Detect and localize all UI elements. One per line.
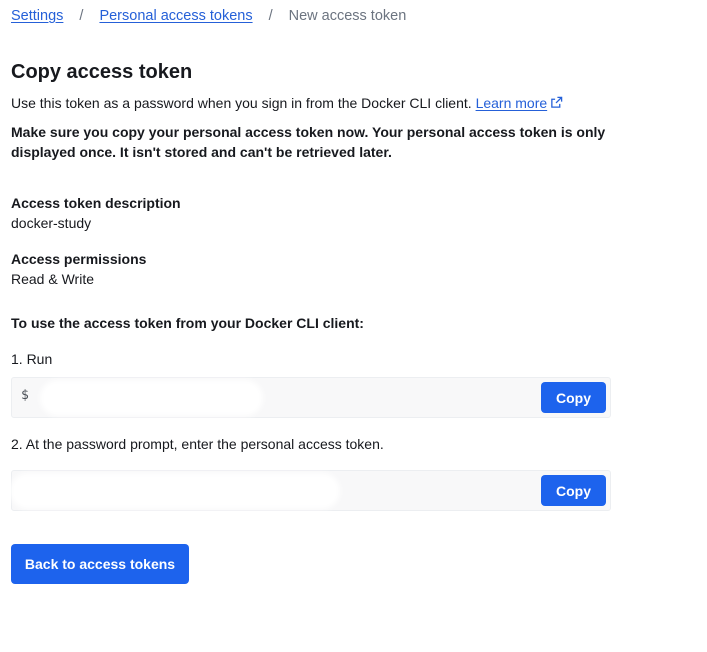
- breadcrumb: Settings / Personal access tokens / New …: [11, 6, 406, 26]
- breadcrumb-settings-link[interactable]: Settings: [11, 6, 63, 26]
- back-to-access-tokens-button[interactable]: Back to access tokens: [11, 544, 189, 584]
- token-box: Copy: [11, 470, 611, 511]
- token-description-label: Access token description: [11, 195, 181, 211]
- breadcrumb-personal-access-tokens-link[interactable]: Personal access tokens: [99, 6, 252, 26]
- login-command-box: $ Copy: [11, 377, 611, 418]
- step-1-label: 1. Run: [11, 351, 53, 367]
- access-permissions-label: Access permissions: [11, 251, 147, 267]
- redacted-token: [14, 477, 336, 505]
- redacted-command: [44, 384, 259, 412]
- page: Settings / Personal access tokens / New …: [0, 0, 707, 652]
- shell-prompt: $: [21, 388, 29, 403]
- learn-more-link[interactable]: Learn more: [476, 95, 564, 111]
- copy-warning: Make sure you copy your personal access …: [11, 124, 606, 160]
- breadcrumb-separator: /: [268, 8, 273, 24]
- breadcrumb-current: New access token: [288, 8, 407, 24]
- step-2-label: 2. At the password prompt, enter the per…: [11, 436, 384, 452]
- copy-token-button[interactable]: Copy: [541, 475, 606, 506]
- description-text: Use this token as a password when you si…: [11, 95, 472, 111]
- instructions-title: To use the access token from your Docker…: [11, 315, 364, 331]
- external-link-icon: [551, 96, 563, 108]
- access-permissions-value: Read & Write: [11, 271, 94, 287]
- page-title: Copy access token: [11, 61, 193, 83]
- learn-more-label: Learn more: [475, 95, 548, 111]
- token-description-value: docker-study: [11, 215, 92, 231]
- copy-command-button[interactable]: Copy: [541, 382, 606, 413]
- breadcrumb-separator: /: [79, 8, 84, 24]
- page-description: Use this token as a password when you si…: [11, 94, 563, 113]
